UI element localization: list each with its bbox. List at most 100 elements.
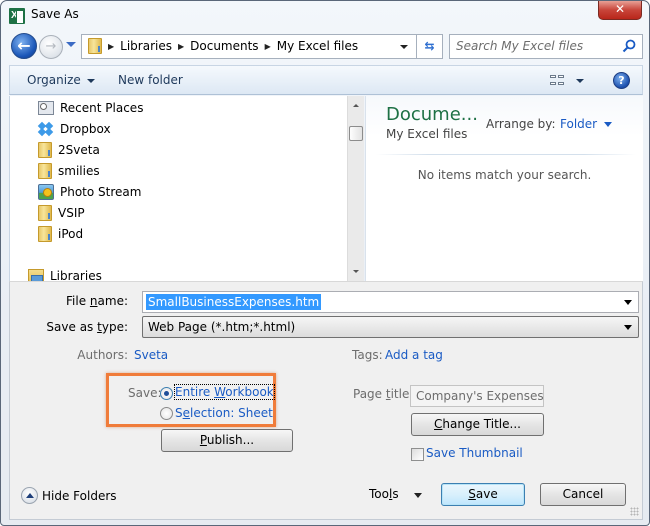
organize-label: Organize xyxy=(27,73,81,87)
excel-icon: X xyxy=(9,8,25,24)
nav-item-label: 2Sveta xyxy=(58,143,100,157)
chevron-down-icon[interactable] xyxy=(414,493,422,498)
save-scope-label: Save: xyxy=(128,386,162,400)
breadcrumb-separator-icon[interactable]: ▶ xyxy=(265,42,271,51)
cancel-button[interactable]: Cancel xyxy=(540,483,626,506)
divider xyxy=(376,154,636,155)
save-as-type-select[interactable]: Web Page (*.htm;*.html) xyxy=(142,316,639,338)
entire-workbook-label[interactable]: Entire Workbook xyxy=(174,384,275,400)
nav-item-label: iPod xyxy=(58,227,84,241)
file-name-dropdown-icon[interactable] xyxy=(624,300,632,305)
publish-button[interactable]: Publish... xyxy=(161,429,293,452)
nav-item-label: smilies xyxy=(58,164,100,178)
nav-item-recent-places[interactable]: Recent Places xyxy=(38,98,143,118)
page-title-field: Company's Expenses xyxy=(410,385,544,407)
nav-pane-scrollbar[interactable] xyxy=(347,96,364,281)
page-title-value: Company's Expenses xyxy=(416,389,544,403)
forward-arrow-icon: → xyxy=(45,39,57,54)
nav-item-ipod[interactable]: iPod xyxy=(38,224,83,244)
scroll-thumb[interactable] xyxy=(349,126,363,141)
change-title-button[interactable]: Change Title... xyxy=(411,413,544,436)
nav-item-2sveta[interactable]: 2Sveta xyxy=(38,140,100,160)
libraries-icon xyxy=(28,269,44,281)
scroll-up-icon[interactable] xyxy=(353,104,359,107)
file-name-label: File name: xyxy=(66,294,128,308)
command-toolbar: Organize New folder ? xyxy=(9,65,643,95)
nav-item-label: VSIP xyxy=(58,206,85,220)
selection-sheet-label[interactable]: Selection: Sheet xyxy=(175,406,273,420)
nav-item-label: Recent Places xyxy=(60,101,144,115)
file-name-value[interactable]: SmallBusinessExpenses.htm xyxy=(146,294,322,310)
hide-folders-button[interactable]: Hide Folders xyxy=(42,489,117,503)
breadcrumb: ▶ Libraries ▶ Documents ▶ My Excel files xyxy=(108,39,358,53)
save-thumbnail-checkbox[interactable] xyxy=(411,448,424,461)
nav-item-label: Photo Stream xyxy=(60,185,142,199)
radio-entire-workbook[interactable] xyxy=(160,387,173,400)
nav-item-smilies[interactable]: smilies xyxy=(38,161,100,181)
breadcrumb-libraries[interactable]: Libraries xyxy=(120,39,172,53)
refresh-icon: ⇆ xyxy=(424,39,435,53)
page-title-label: Page title: xyxy=(353,387,414,401)
dropbox-icon xyxy=(37,121,54,137)
save-as-type-label: Save as type: xyxy=(46,320,128,334)
scroll-down-icon[interactable] xyxy=(353,270,359,273)
address-dropdown-icon[interactable] xyxy=(400,45,408,49)
search-input[interactable] xyxy=(456,39,616,53)
save-options-area: File name: SmallBusinessExpenses.htm Sav… xyxy=(9,281,643,520)
refresh-button[interactable]: ⇆ xyxy=(417,34,443,59)
save-button[interactable]: Save xyxy=(441,483,525,506)
nav-item-dropbox[interactable]: Dropbox xyxy=(37,119,111,139)
folder-icon xyxy=(38,205,52,221)
add-tag-link[interactable]: Add a tag xyxy=(385,348,443,362)
chevron-down-icon xyxy=(86,78,95,83)
breadcrumb-my-excel-files[interactable]: My Excel files xyxy=(277,39,358,53)
authors-label: Authors: xyxy=(77,348,128,362)
recent-locations-dropdown[interactable] xyxy=(66,42,76,47)
library-title: Docume... xyxy=(386,104,478,125)
nav-item-label: Dropbox xyxy=(60,122,111,136)
hide-folders-icon[interactable] xyxy=(21,487,38,504)
photo-stream-icon xyxy=(38,184,54,200)
folder-icon xyxy=(38,226,52,242)
change-view-icon[interactable] xyxy=(550,75,564,87)
nav-item-vsip[interactable]: VSIP xyxy=(38,203,85,223)
nav-item-libraries[interactable]: Libraries xyxy=(28,266,102,281)
window-title: Save As xyxy=(31,7,79,21)
breadcrumb-separator-icon[interactable]: ▶ xyxy=(178,42,184,51)
close-button[interactable]: ✕ xyxy=(598,1,642,20)
authors-value[interactable]: Sveta xyxy=(134,348,168,362)
help-icon[interactable]: ? xyxy=(613,72,630,89)
organize-button[interactable]: Organize xyxy=(27,73,95,87)
folder-icon xyxy=(88,38,102,54)
address-bar[interactable]: ▶ Libraries ▶ Documents ▶ My Excel files xyxy=(81,34,417,59)
nav-item-label: Libraries xyxy=(50,269,102,281)
breadcrumb-documents[interactable]: Documents xyxy=(190,39,258,53)
resize-grip[interactable] xyxy=(630,507,639,516)
view-options-dropdown[interactable] xyxy=(576,79,584,83)
arrange-by-label: Arrange by: xyxy=(486,117,556,131)
chevron-down-icon xyxy=(624,325,632,330)
radio-selection-sheet[interactable] xyxy=(160,407,173,420)
chevron-down-icon xyxy=(604,122,613,127)
arrange-by-dropdown[interactable]: Folder xyxy=(560,117,613,131)
save-as-type-value: Web Page (*.htm;*.html) xyxy=(148,320,296,334)
search-icon[interactable] xyxy=(622,39,636,53)
recent-places-icon xyxy=(38,101,54,115)
navigation-pane: Recent Places Dropbox 2Sveta smilies Pho… xyxy=(9,96,347,281)
library-subtitle: My Excel files xyxy=(386,127,468,141)
folder-icon xyxy=(38,163,52,179)
empty-message: No items match your search. xyxy=(417,168,592,182)
back-arrow-icon: ← xyxy=(17,36,31,55)
save-thumbnail-label[interactable]: Save Thumbnail xyxy=(426,446,523,460)
nav-item-photo-stream[interactable]: Photo Stream xyxy=(38,182,141,202)
breadcrumb-separator-icon[interactable]: ▶ xyxy=(108,42,114,51)
new-folder-button[interactable]: New folder xyxy=(118,73,183,87)
tags-label: Tags: xyxy=(352,348,383,362)
tools-button[interactable]: Tools xyxy=(369,487,399,501)
forward-button[interactable]: → xyxy=(39,35,63,59)
file-list-pane: Docume... My Excel files Arrange by: Fol… xyxy=(365,96,643,281)
file-name-field[interactable]: SmallBusinessExpenses.htm xyxy=(142,291,639,313)
title-bar: X Save As ✕ xyxy=(1,1,649,31)
back-button[interactable]: ← xyxy=(11,33,37,59)
folder-icon xyxy=(38,142,52,158)
